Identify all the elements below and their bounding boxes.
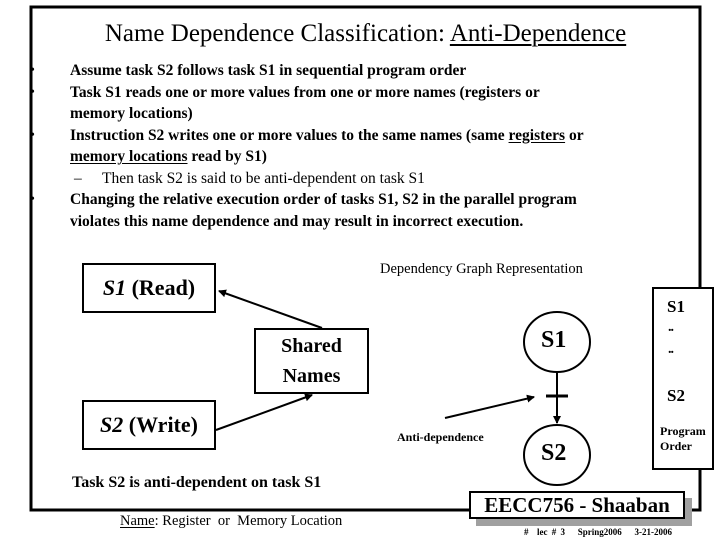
sub-bullet-text: Then task S2 is said to be anti-dependen… xyxy=(102,169,425,187)
program-order-s1: S1 xyxy=(667,297,685,316)
s1-label: S1 xyxy=(102,275,127,300)
bullet-item: • Task S1 reads one or more values from … xyxy=(28,82,708,125)
order-label: Order xyxy=(660,439,692,453)
bullet-glyph: • xyxy=(30,127,35,143)
text-run: or xyxy=(565,126,584,144)
bullet-text: Instruction S2 writes one or more values… xyxy=(70,125,708,147)
s1-read-box: S1 (Read) xyxy=(82,263,216,313)
program-order-s2: S2 xyxy=(667,386,685,405)
program-order-ellipsis: .. xyxy=(668,342,674,357)
bullet-item: • Instruction S2 writes one or more valu… xyxy=(28,125,708,168)
text-run: Instruction S2 writes one or more values… xyxy=(70,126,509,144)
bullet-text-cont: violates this name dependence and may re… xyxy=(70,212,524,230)
bullet-text: Assume task S2 follows task S1 in sequen… xyxy=(70,62,467,79)
footer-meta: # lec # 3 Spring2006 3-21-2006 xyxy=(524,527,672,537)
bullet-item: • Assume task S2 follows task S1 in sequ… xyxy=(28,60,708,82)
bullet-text: Changing the relative execution order of… xyxy=(70,191,577,208)
s2-label: S2 xyxy=(100,412,124,437)
read-label: (Read) xyxy=(126,275,196,300)
names-label: Names xyxy=(282,365,341,387)
arrow-shared-to-s1 xyxy=(218,289,323,329)
slide-title: Name Dependence Classification: Anti-Dep… xyxy=(31,20,700,48)
graph-node-s1-label: S1 xyxy=(541,327,567,353)
anti-dependence-pointer xyxy=(444,394,535,419)
program-order-ellipsis: .. xyxy=(668,320,674,335)
s2-write-box: S2 (Write) xyxy=(82,400,216,450)
underlined-memory-locations: memory locations xyxy=(70,148,188,165)
shared-label: Shared xyxy=(281,335,342,357)
sub-bullet-glyph: – xyxy=(74,169,82,187)
bullet-item: • Changing the relative execution order … xyxy=(28,189,708,232)
graph-node-s2-label: S2 xyxy=(541,440,567,466)
sub-bullet-item: – Then task S2 is said to be anti-depend… xyxy=(28,168,708,190)
footer-course-box: EECC756 - Shaaban xyxy=(469,491,685,519)
bullet-text: Task S1 reads one or more values from on… xyxy=(70,83,540,101)
text-run: read by S1) xyxy=(187,148,267,165)
bullet-text-cont: memory locations) xyxy=(70,105,193,122)
bullet-glyph: • xyxy=(30,84,35,100)
bullet-list: • Assume task S2 follows task S1 in sequ… xyxy=(28,60,708,232)
write-label: (Write) xyxy=(123,412,198,437)
program-label: Program xyxy=(660,424,706,438)
shared-names-box: Shared Names xyxy=(254,328,369,394)
graph-title: Dependency Graph Representation xyxy=(380,261,583,277)
bullet-text-cont: memory locations read by S1) xyxy=(70,146,708,168)
arrow-s2-to-shared xyxy=(215,393,313,431)
name-definition-text: : Register or Memory Location xyxy=(154,513,343,529)
underlined-registers: registers xyxy=(508,126,566,144)
title-emphasis: Anti-Dependence xyxy=(449,20,627,47)
bullet-glyph: • xyxy=(30,192,35,207)
name-definition: Name: Register or Memory Location xyxy=(120,513,342,530)
name-label: Name xyxy=(120,513,155,529)
program-order-label: Program Order xyxy=(660,424,706,454)
conclusion-text: Task S2 is anti-dependent on task S1 xyxy=(72,474,322,491)
anti-dependence-label: Anti-dependence xyxy=(397,430,484,444)
bullet-glyph: • xyxy=(30,63,35,78)
title-prefix: Name Dependence Classification: xyxy=(104,20,450,47)
